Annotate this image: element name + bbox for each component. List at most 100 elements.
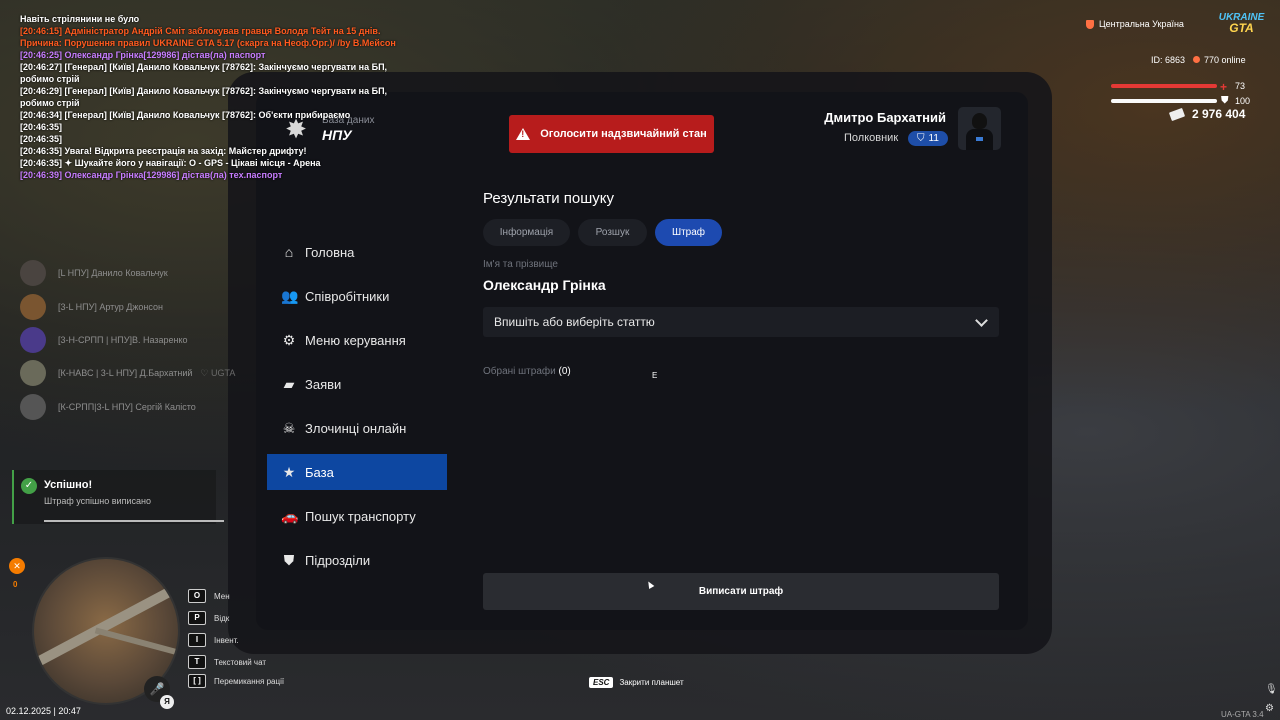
- member-tag: ♡ UGTA: [200, 367, 236, 378]
- tab-information[interactable]: Інформація: [483, 219, 570, 246]
- user-rank: Полковник: [844, 132, 899, 144]
- sidebar-item-label: База: [305, 464, 334, 480]
- sidebar-item-divisions[interactable]: ⛊ Підрозділи: [267, 542, 447, 578]
- emergency-button[interactable]: Оголосити надзвичайний стан: [509, 115, 714, 153]
- key-cap: O: [188, 589, 206, 603]
- star-icon: ★: [282, 463, 296, 480]
- armor-shield-icon: ⛊: [1221, 95, 1229, 106]
- chat-line: [20:46:27] [Генерал] [Київ] Данило Ковал…: [20, 62, 388, 84]
- keyhint-label: Відк: [214, 613, 230, 623]
- chat-line: [20:46:35]: [20, 122, 63, 132]
- sidebar-item-criminals-online[interactable]: ☠ Злочинці онлайн: [267, 410, 447, 446]
- emergency-button-label: Оголосити надзвичайний стан: [540, 128, 707, 140]
- member-name: [К-СРПП|3-L НПУ] Сергій Калісто: [58, 402, 196, 412]
- member-name: [3-Н-СРПП | НПУ]В. Назаренко: [58, 335, 188, 345]
- check-icon: ✓: [21, 478, 37, 494]
- level-value: 11: [928, 133, 939, 144]
- region-shield-icon: [1086, 19, 1094, 29]
- money: 2 976 404: [1168, 107, 1246, 121]
- list-item: [3-L НПУ] Артур Джонсон: [20, 293, 260, 321]
- tab-wanted[interactable]: Розшук: [578, 219, 647, 246]
- chosen-fines: Обрані штрафи (0): [483, 366, 571, 377]
- wrench-icon: ✕: [9, 558, 25, 574]
- chat-line: [20:46:25] Олександр Грінка[129986] діст…: [20, 50, 266, 60]
- sidebar-item-home[interactable]: ⌂ Головна: [267, 234, 447, 270]
- chevron-down-icon: [975, 313, 988, 327]
- chosen-fines-label: Обрані штрафи: [483, 366, 556, 377]
- server-logo: UKRAINE GTA: [1214, 12, 1269, 38]
- notification-progress: [44, 520, 224, 522]
- armor-bar: [1111, 99, 1217, 103]
- key-cap: P: [188, 611, 206, 625]
- keyhint-label: Текстовий чат: [214, 657, 267, 667]
- avatar: [20, 260, 46, 286]
- chat-line: Навіть стрілянини не було: [20, 14, 140, 24]
- notification-title: Успішно!: [44, 479, 93, 491]
- health-value: 73: [1235, 81, 1246, 91]
- chat-line: [20:46:35] Увага! Відкрита реєстрація на…: [20, 146, 307, 156]
- warning-icon: [516, 128, 531, 140]
- keyhint: O Мен: [188, 589, 230, 603]
- chat-log: Навіть стрілянини не було [20:46:15] Адм…: [20, 13, 405, 181]
- article-select-placeholder: Впишіть або виберіть статтю: [494, 315, 655, 329]
- health-cross-icon: +: [1220, 80, 1228, 94]
- microphone-small-icon: 🎙: [1265, 684, 1278, 695]
- settings-small-icon: ⚙: [1265, 703, 1274, 714]
- keyhint: T Текстовий чат: [188, 655, 266, 669]
- version: UA-GTA 3.4: [1221, 710, 1264, 719]
- sidebar-item-employees[interactable]: 👥 Співробітники: [267, 278, 447, 314]
- player-id-line: ID: 6863 770 online: [1151, 55, 1246, 65]
- esc-key: ESC: [589, 677, 614, 688]
- notification-message: Штраф успішно виписано: [44, 496, 151, 506]
- list-item: [L НПУ] Данило Ковальчук: [20, 259, 260, 287]
- member-name: [3-L НПУ] Артур Джонсон: [58, 302, 163, 312]
- tool-count: 0: [13, 580, 18, 589]
- chat-line: [20:46:39] Олександр Грінка[129986] діст…: [20, 170, 283, 180]
- member-name: [К-НАВС | 3-L НПУ] Д.Бархатний: [58, 368, 193, 378]
- health-bar: [1111, 84, 1217, 88]
- list-item: [К-СРПП|3-L НПУ] Сергій Калісто: [20, 393, 260, 421]
- member-name: [L НПУ] Данило Ковальчук: [58, 268, 168, 278]
- region-name: Центральна Україна: [1099, 19, 1184, 29]
- keyhint-label: Інвент.: [214, 635, 239, 645]
- sidebar-item-label: Пошук транспорту: [305, 508, 416, 524]
- keyhint: P Відк: [188, 611, 229, 625]
- home-icon: ⌂: [284, 244, 294, 260]
- chat-line: [20:46:34] [Генерал] [Київ] Данило Ковал…: [20, 110, 351, 120]
- list-item: [3-Н-СРПП | НПУ]В. Назаренко: [20, 326, 260, 354]
- key-cap: I: [188, 633, 206, 647]
- avatar: [20, 327, 46, 353]
- article-select[interactable]: Впишіть або виберіть статтю: [483, 307, 999, 337]
- skull-icon: ☠: [282, 419, 296, 436]
- sidebar-item-database[interactable]: ★ База: [267, 454, 447, 490]
- datetime: 02.12.2025 | 20:47: [6, 706, 81, 716]
- chosen-fines-count: (0): [558, 366, 571, 377]
- cash-icon: [1168, 107, 1186, 121]
- keyhint-label: Мен: [214, 591, 230, 601]
- keyhint-label: Перемикання рації: [214, 676, 285, 686]
- sidebar-item-control-menu[interactable]: ⚙ Меню керування: [267, 322, 447, 358]
- online-count: 770 online: [1204, 55, 1246, 65]
- shield-icon: ⛉: [917, 133, 925, 144]
- chat-line: [20:46:35]: [20, 134, 63, 144]
- success-notification: ✓ Успішно! Штраф успішно виписано: [12, 470, 224, 524]
- avatar: [958, 107, 1001, 150]
- money-value: 2 976 404: [1192, 107, 1246, 121]
- avatar: [20, 294, 46, 320]
- chat-line: [20:46:35] ✦ Шукайте його у навігації: О…: [20, 158, 321, 168]
- sidebar-item-label: Головна: [305, 244, 355, 260]
- keyhint: [ ] Перемикання рації: [188, 674, 284, 688]
- user-name: Дмитро Бархатний: [824, 110, 946, 125]
- chat-line: [20:46:15] Адміністратор Андрій Сміт заб…: [20, 26, 396, 48]
- sidebar-item-vehicle-search[interactable]: 🚗 Пошук транспорту: [267, 498, 447, 534]
- name-value: Олександр Грінка: [483, 277, 606, 293]
- sidebar-item-label: Заяви: [305, 376, 342, 392]
- region: Центральна Україна: [1086, 19, 1184, 29]
- avatar: [20, 394, 46, 420]
- gear-icon: ⚙: [282, 331, 296, 348]
- tab-fine[interactable]: Штраф: [655, 219, 722, 246]
- armor-value: 100: [1235, 96, 1251, 106]
- name-label: Ім'я та прізвище: [483, 259, 558, 270]
- issue-fine-button[interactable]: Виписати штраф: [483, 573, 999, 610]
- key-cap: T: [188, 655, 206, 669]
